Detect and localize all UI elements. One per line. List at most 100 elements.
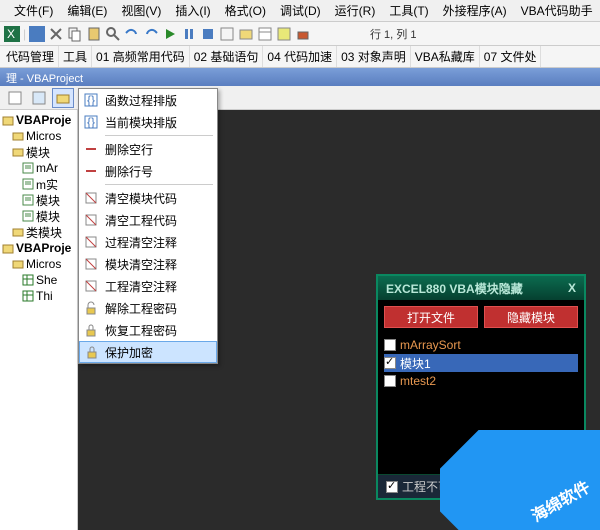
menu-tools[interactable]: 工具(T): [383, 0, 434, 21]
menu-item[interactable]: 清空工程代码: [79, 209, 217, 231]
menu-item[interactable]: 解除工程密码: [79, 297, 217, 319]
tree-label: 类模块: [26, 224, 62, 241]
clear-icon: [83, 190, 99, 206]
tree-mod-icon: [22, 162, 34, 174]
clear-icon: [83, 256, 99, 272]
menu-view[interactable]: 视图(V): [115, 0, 167, 21]
tree-label: Thi: [36, 289, 53, 303]
tree-sheet-icon: [22, 290, 34, 302]
menu-item[interactable]: 恢复工程密码: [79, 319, 217, 341]
tree-node[interactable]: Micros: [0, 256, 77, 272]
menu-run[interactable]: 运行(R): [329, 0, 382, 21]
project-tree[interactable]: VBAProjeMicros模块mArm实模块模块类模块VBAProjeMicr…: [0, 110, 78, 530]
tb2-tools[interactable]: 工具: [59, 46, 92, 67]
open-file-button[interactable]: 打开文件: [384, 306, 478, 328]
tb2-01[interactable]: 01 高频常用代码: [92, 46, 190, 67]
menu-file[interactable]: 文件(F): [8, 0, 59, 21]
dialog-titlebar[interactable]: EXCEL880 VBA模块隐藏 X: [378, 276, 584, 300]
view-object-button[interactable]: [28, 88, 50, 108]
menu-item-label: 删除空行: [105, 141, 153, 158]
find-icon[interactable]: [105, 26, 121, 42]
view-code-button[interactable]: [4, 88, 26, 108]
menu-item[interactable]: 删除行号: [79, 160, 217, 182]
redo-icon[interactable]: [143, 26, 159, 42]
properties-icon[interactable]: [257, 26, 273, 42]
menu-item[interactable]: 保护加密: [79, 341, 217, 363]
tb2-lib[interactable]: VBA私藏库: [411, 46, 480, 67]
undo-icon[interactable]: [124, 26, 140, 42]
menu-bar: 文件(F) 编辑(E) 视图(V) 插入(I) 格式(O) 调试(D) 运行(R…: [0, 0, 600, 22]
menu-item-label: 模块清空注释: [105, 256, 177, 273]
tree-label: 模块: [36, 192, 60, 209]
tree-node[interactable]: mAr: [0, 160, 77, 176]
tb2-02[interactable]: 02 基础语句: [190, 46, 264, 67]
tree-node[interactable]: VBAProje: [0, 240, 77, 256]
paste-icon[interactable]: [86, 26, 102, 42]
menu-item[interactable]: 模块清空注释: [79, 253, 217, 275]
project-icon[interactable]: [238, 26, 254, 42]
tree-node[interactable]: m实: [0, 176, 77, 192]
menu-vba-helper[interactable]: VBA代码助手: [515, 0, 599, 21]
menu-addins[interactable]: 外接程序(A): [437, 0, 513, 21]
svg-text:{}: {}: [87, 115, 95, 129]
stop-icon[interactable]: [200, 26, 216, 42]
menu-item-label: 删除行号: [105, 163, 153, 180]
tb2-03[interactable]: 03 对象声明: [337, 46, 411, 67]
tree-node[interactable]: 类模块: [0, 224, 77, 240]
tree-node[interactable]: Micros: [0, 128, 77, 144]
menu-edit[interactable]: 编辑(E): [61, 0, 113, 21]
project-unviewable-checkbox[interactable]: [386, 481, 398, 493]
menu-item-label: 当前模块排版: [105, 114, 177, 131]
tree-node[interactable]: She: [0, 272, 77, 288]
object-browser-icon[interactable]: [276, 26, 292, 42]
menu-debug[interactable]: 调试(D): [274, 0, 327, 21]
dialog-close-button[interactable]: X: [568, 281, 576, 295]
menu-item[interactable]: 清空模块代码: [79, 187, 217, 209]
tree-label: 模块: [36, 208, 60, 225]
tree-node[interactable]: 模块: [0, 144, 77, 160]
tree-node[interactable]: VBAProje: [0, 112, 77, 128]
copy-icon[interactable]: [67, 26, 83, 42]
menu-item[interactable]: {}函数过程排版: [79, 89, 217, 111]
svg-text:X: X: [7, 27, 15, 41]
cut-icon[interactable]: [48, 26, 64, 42]
hide-module-button[interactable]: 隐藏模块: [484, 306, 578, 328]
dialog-button-row: 打开文件 隐藏模块: [378, 300, 584, 334]
module-name: 模块1: [400, 355, 431, 372]
toolbox-icon[interactable]: [295, 26, 311, 42]
tb2-07[interactable]: 07 文件处: [480, 46, 542, 67]
module-list-item[interactable]: mArraySort: [384, 336, 578, 354]
lockr-icon: [83, 322, 99, 338]
pause-icon[interactable]: [181, 26, 197, 42]
module-list-item[interactable]: 模块1: [384, 354, 578, 372]
save-icon[interactable]: [29, 26, 45, 42]
dialog-title-text: EXCEL880 VBA模块隐藏: [386, 280, 523, 297]
module-checkbox[interactable]: [384, 357, 396, 369]
tree-node[interactable]: Thi: [0, 288, 77, 304]
tb2-manage[interactable]: 代码管理: [2, 46, 59, 67]
excel-icon[interactable]: X: [4, 26, 20, 42]
tree-node[interactable]: 模块: [0, 192, 77, 208]
del-icon: [83, 141, 99, 157]
menu-item[interactable]: 过程清空注释: [79, 231, 217, 253]
run-icon[interactable]: [162, 26, 178, 42]
menu-separator: [105, 184, 213, 185]
menu-item[interactable]: 工程清空注释: [79, 275, 217, 297]
menu-item[interactable]: 删除空行: [79, 138, 217, 160]
tree-label: 模块: [26, 144, 50, 161]
menu-item[interactable]: {} 当前模块排版: [79, 111, 217, 133]
module-checkbox[interactable]: [384, 339, 396, 351]
module-list-item[interactable]: mtest2: [384, 372, 578, 390]
menu-insert[interactable]: 插入(I): [169, 0, 216, 21]
tree-folder-icon: [12, 146, 24, 158]
menu-format[interactable]: 格式(O): [219, 0, 272, 21]
module-checkbox[interactable]: [384, 375, 396, 387]
clear-icon: [83, 212, 99, 228]
folder-toggle-button[interactable]: [52, 88, 74, 108]
tree-label: Micros: [26, 257, 61, 271]
tree-label: Micros: [26, 129, 61, 143]
design-icon[interactable]: [219, 26, 235, 42]
tb2-04[interactable]: 04 代码加速: [263, 46, 337, 67]
menu-item-label: 工程清空注释: [105, 278, 177, 295]
tree-node[interactable]: 模块: [0, 208, 77, 224]
